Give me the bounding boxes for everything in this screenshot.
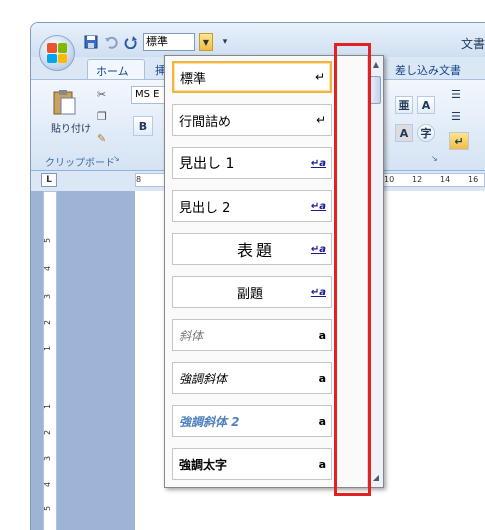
scroll-down-icon[interactable]: ◢ (371, 473, 381, 483)
tab-mailings[interactable]: 差し込み文書 (387, 59, 469, 79)
tab-home[interactable]: ホーム (87, 59, 145, 79)
style-item-normal[interactable]: 標準 ↵ (172, 61, 332, 93)
style-item-title[interactable]: 表題 ↵a (172, 233, 332, 265)
bold-button[interactable]: B (133, 116, 153, 136)
ruler-tick: 8 (136, 175, 142, 184)
undo-icon[interactable] (103, 34, 119, 50)
style-item-label: 表題 (237, 241, 276, 260)
style-item-intense-emphasis[interactable]: 強調斜体 2 a (172, 405, 332, 437)
character-style-icon: a (318, 414, 326, 428)
linked-style-icon: ↵a (310, 157, 326, 169)
style-item-label: 行間詰め (179, 114, 232, 130)
phonetic-guide-icon[interactable]: 亜 (395, 96, 413, 114)
format-painter-icon[interactable]: ✎ (97, 132, 106, 145)
character-style-icon: a (318, 371, 326, 385)
style-combo-dropdown-button[interactable]: ▼ (199, 33, 213, 51)
style-combo-input[interactable]: 標準 (143, 33, 195, 51)
ruler-tick: 4 (43, 481, 53, 488)
style-item-label: 強調太字 (179, 457, 228, 472)
style-item-label: 標準 (180, 71, 207, 87)
ruler-tick: 1 (43, 345, 53, 352)
paste-icon[interactable] (49, 88, 79, 118)
bullets-icon[interactable]: ☰ (451, 88, 461, 101)
copy-icon[interactable]: ❐ (97, 110, 107, 123)
style-item-emphasis[interactable]: 強調斜体 a (172, 362, 332, 394)
ruler-tick: 4 (43, 265, 53, 272)
clipboard-launcher-icon[interactable]: ↘ (113, 154, 120, 163)
ruler-tick: 16 (468, 175, 479, 184)
style-item-label: 強調斜体 2 (179, 414, 240, 429)
linked-style-icon: ↵a (310, 243, 326, 255)
character-style-icon: a (318, 328, 326, 342)
scroll-up-icon[interactable]: ▲ (371, 60, 381, 70)
linked-style-icon: ↵a (310, 200, 326, 212)
ruler-tick: 2 (43, 429, 53, 436)
cut-icon[interactable]: ✂ (97, 88, 106, 101)
style-item-label: 斜体 (179, 328, 204, 343)
save-icon[interactable] (83, 34, 99, 50)
customize-qat-icon[interactable]: ▾ (217, 34, 233, 50)
style-item-strong[interactable]: 強調太字 a (172, 448, 332, 480)
style-item-label: 副題 (237, 286, 264, 302)
paste-button-label[interactable]: 貼り付け (51, 120, 91, 135)
style-item-label: 見出し 1 (179, 156, 235, 172)
clipboard-group-label: クリップボード (45, 158, 115, 169)
redo-icon[interactable] (123, 34, 139, 50)
ruler-tick: 3 (43, 455, 53, 462)
style-item-label: 見出し 2 (179, 200, 231, 216)
style-item-heading-1[interactable]: 見出し 1 ↵a (172, 147, 332, 179)
style-item-subtitle[interactable]: 副題 ↵a (172, 276, 332, 308)
office-logo-icon (47, 43, 67, 63)
scroll-thumb[interactable] (370, 76, 381, 104)
ruler-tick: 14 (440, 175, 451, 184)
vertical-ruler[interactable]: 5 4 3 2 1 1 2 3 4 5 (43, 191, 57, 530)
character-style-icon: a (318, 457, 326, 471)
ruler-tick: 1 (43, 403, 53, 410)
enclose-characters-icon[interactable]: 字 (417, 124, 435, 142)
ruler-tick: 10 (384, 175, 395, 184)
document-title: 文書 (460, 37, 485, 51)
linked-style-icon: ↵a (310, 286, 326, 298)
style-item-subtle-emphasis[interactable]: 斜体 a (172, 319, 332, 351)
paragraph-mark-icon: ↵ (314, 70, 325, 84)
ruler-tick: 12 (412, 175, 423, 184)
align-left-icon[interactable]: ☰ (451, 110, 461, 123)
tab-selector-icon[interactable]: L (41, 173, 57, 187)
office-button[interactable] (39, 35, 75, 71)
ruler-tick: 5 (43, 505, 53, 512)
ruler-tick: 3 (43, 293, 53, 300)
title-bar: 標準 ▼ ▾ 文書 (31, 23, 485, 57)
ruler-tick: 5 (43, 237, 53, 244)
style-item-heading-2[interactable]: 見出し 2 ↵a (172, 190, 332, 222)
ruler-tick: 2 (43, 319, 53, 326)
style-item-label: 強調斜体 (179, 371, 228, 386)
paragraph-mark-icon: ↵ (315, 113, 326, 127)
font-launcher-icon[interactable]: ↘ (431, 154, 438, 163)
style-item-no-spacing[interactable]: 行間詰め ↵ (172, 104, 332, 136)
character-shading-icon[interactable]: A (395, 124, 413, 142)
annotation-highlight-box (334, 43, 371, 496)
character-border-icon[interactable]: A (417, 96, 435, 114)
text-direction-icon[interactable]: ↵ (449, 132, 469, 150)
quick-access-toolbar: 標準 ▼ ▾ (83, 33, 233, 51)
